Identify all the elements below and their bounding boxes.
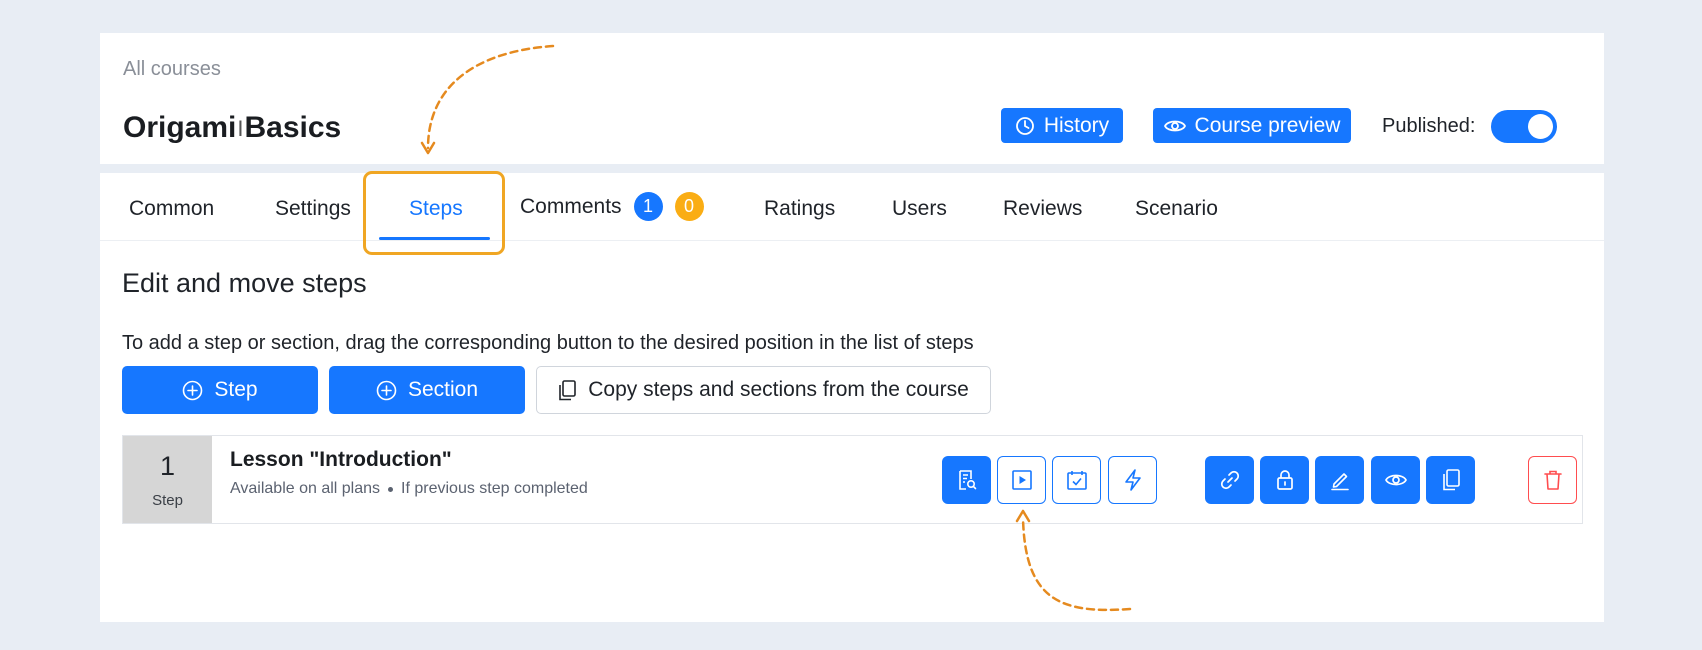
lightning-icon bbox=[1124, 469, 1141, 491]
step-number-label: Step bbox=[152, 491, 183, 509]
published-toggle[interactable] bbox=[1491, 110, 1557, 143]
pencil-icon bbox=[1330, 473, 1349, 491]
steps-tab-highlight bbox=[363, 171, 505, 255]
video-content-button[interactable] bbox=[997, 456, 1046, 504]
copy-link-button[interactable] bbox=[1205, 456, 1254, 504]
tab-common[interactable]: Common bbox=[129, 197, 214, 221]
step-title: Lesson "Introduction" bbox=[230, 448, 452, 471]
step-meta: Available on all plans If previous step … bbox=[230, 480, 588, 498]
text-content-button[interactable] bbox=[942, 456, 991, 504]
document-search-icon bbox=[958, 470, 976, 490]
published-label: Published: bbox=[1382, 115, 1476, 137]
history-button[interactable]: History bbox=[1001, 108, 1123, 143]
eye-icon bbox=[1384, 474, 1407, 486]
step-number: 1 bbox=[159, 450, 176, 481]
play-icon bbox=[1011, 470, 1032, 490]
duplicate-step-button[interactable] bbox=[1426, 456, 1475, 504]
course-preview-label: Course preview bbox=[1194, 113, 1341, 137]
section-title: Edit and move steps bbox=[122, 268, 367, 298]
add-section-label: Section bbox=[407, 378, 479, 401]
course-preview-button[interactable]: Course preview bbox=[1153, 108, 1351, 143]
tab-reviews[interactable]: Reviews bbox=[1003, 197, 1082, 221]
eye-icon bbox=[1163, 120, 1186, 131]
tab-scenario[interactable]: Scenario bbox=[1135, 197, 1218, 221]
title-part-1: Origami bbox=[123, 111, 237, 144]
separator-dot bbox=[388, 486, 394, 492]
tab-ratings[interactable]: Ratings bbox=[764, 197, 835, 221]
add-section-button[interactable]: Section bbox=[329, 366, 525, 414]
toggle-knob bbox=[1528, 114, 1553, 139]
tab-users[interactable]: Users bbox=[892, 197, 947, 221]
tab-comments[interactable]: Comments 1 0 bbox=[520, 192, 704, 221]
step-condition: If previous step completed bbox=[401, 480, 588, 497]
task-content-button[interactable] bbox=[1052, 456, 1101, 504]
delete-step-button[interactable] bbox=[1528, 456, 1577, 504]
course-header-card: All courses OrigamiIBasics History Cours… bbox=[100, 33, 1604, 164]
step-availability: Available on all plans bbox=[230, 480, 381, 497]
calendar-check-icon bbox=[1066, 471, 1087, 490]
link-icon bbox=[1220, 470, 1239, 490]
copy-steps-button[interactable]: Copy steps and sections from the course bbox=[536, 366, 991, 414]
tab-settings[interactable]: Settings bbox=[275, 197, 351, 221]
title-part-2: Basics bbox=[244, 111, 342, 144]
history-icon bbox=[1015, 116, 1034, 135]
automation-button[interactable] bbox=[1108, 456, 1157, 504]
copy-steps-label: Copy steps and sections from the course bbox=[588, 378, 969, 401]
add-step-label: Step bbox=[214, 378, 258, 401]
access-button[interactable] bbox=[1260, 456, 1309, 504]
breadcrumb-all-courses[interactable]: All courses bbox=[123, 58, 221, 81]
add-step-button[interactable]: Step bbox=[122, 366, 318, 414]
copy-icon bbox=[559, 379, 577, 400]
trash-icon bbox=[1543, 470, 1562, 490]
page-title: OrigamiIBasics bbox=[123, 111, 341, 145]
preview-step-button[interactable] bbox=[1371, 456, 1420, 504]
plus-circle-icon bbox=[183, 380, 203, 400]
comments-badge-new: 1 bbox=[633, 192, 663, 221]
comments-badge-pending: 0 bbox=[674, 192, 704, 221]
tab-bar: Common Settings Steps Comments 1 0 Ratin… bbox=[100, 171, 1604, 255]
history-label: History bbox=[1043, 113, 1110, 137]
step-number-cell: 1 Step bbox=[123, 436, 212, 523]
edit-step-button[interactable] bbox=[1315, 456, 1364, 504]
step-row[interactable]: 1 Step Lesson "Introduction" Available o… bbox=[122, 435, 1583, 524]
plus-circle-icon bbox=[376, 380, 397, 400]
drag-hint: To add a step or section, drag the corre… bbox=[122, 332, 974, 354]
copy-icon bbox=[1442, 469, 1460, 491]
text-cursor-icon: I bbox=[237, 116, 244, 141]
lock-icon bbox=[1276, 470, 1293, 490]
course-content-card: Common Settings Steps Comments 1 0 Ratin… bbox=[100, 171, 1604, 622]
